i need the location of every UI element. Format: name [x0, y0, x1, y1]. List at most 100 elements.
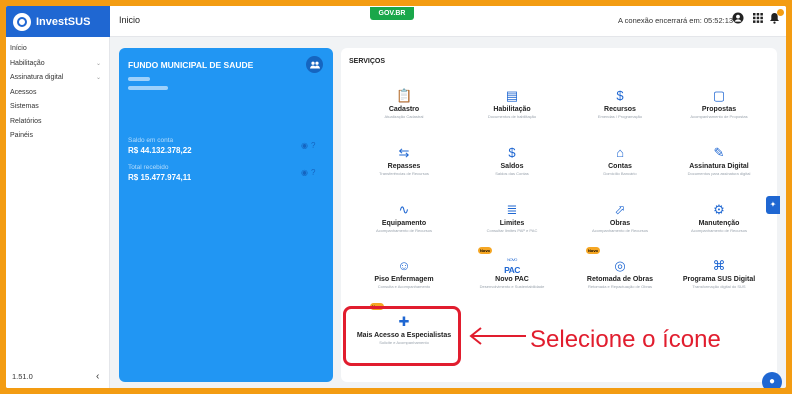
- service-name: Piso Enfermagem: [374, 276, 434, 283]
- top-bar: InvestSUS Inicio GOV.BR A conexão encerr…: [6, 6, 786, 37]
- service-name: Assinatura Digital: [689, 163, 749, 170]
- service-novo-pac[interactable]: Novo NOVO PAC Novo PAC Desenvolvimento e Sus…: [458, 247, 566, 298]
- service-description: Saldos das Contas: [495, 171, 529, 176]
- service-name: Contas: [608, 163, 632, 170]
- apps-grid-icon[interactable]: [750, 12, 766, 28]
- help-icon[interactable]: ?: [311, 141, 318, 150]
- instruction-callout: Selecione o ícone: [530, 326, 721, 353]
- limits-chart-icon: ≣: [506, 202, 518, 217]
- total-value: R$ 15.477.974,11: [128, 173, 192, 182]
- service-equipamento[interactable]: ∿ Equipamento Acompanhamento de Recursos: [350, 202, 458, 242]
- signature-icon: ✎: [713, 145, 725, 160]
- sidebar-item-label: Início: [10, 45, 27, 52]
- app-version: 1.51.0: [12, 372, 33, 381]
- page-title: Inicio: [119, 15, 141, 25]
- service-description: Transformação digital do SUS: [692, 284, 746, 289]
- chevron-down-icon: ⌄: [95, 60, 101, 67]
- service-propostas[interactable]: ▢ Propostas Acompanhamento de Propostas: [665, 88, 773, 128]
- stethoscope-icon: ∿: [398, 202, 410, 217]
- service-name: Saldos: [500, 163, 524, 170]
- service-description: Retomada e Repactuação de Obras: [587, 284, 653, 289]
- sidebar-item-acessos[interactable]: Acessos: [6, 86, 109, 101]
- coin-icon: $: [508, 145, 516, 160]
- new-badge: Novo: [586, 247, 600, 254]
- notification-dot: [777, 9, 784, 16]
- service-name: Recursos: [604, 106, 636, 113]
- service-description: Emendas / Programação: [597, 114, 643, 119]
- service-name: Limites: [499, 220, 525, 227]
- redacted-info: [128, 77, 150, 81]
- saldo-actions: ◉?: [301, 141, 318, 150]
- service-description: Consulta e Acompanhamento: [377, 284, 431, 289]
- redacted-info: [128, 86, 168, 90]
- help-icon[interactable]: ?: [311, 168, 318, 177]
- service-obras[interactable]: ⬀ Obras Acompanhamento de Recursos: [566, 202, 674, 242]
- saldo-value: R$ 44.132.378,22: [128, 146, 192, 155]
- money-bag-icon: $: [616, 88, 624, 103]
- service-limites[interactable]: ≣ Limites Consultar limites PAP e PAC: [458, 202, 566, 242]
- sidebar-item-label: Relatórios: [10, 117, 42, 125]
- service-description: Acompanhamento de Recursos: [591, 228, 649, 233]
- sidebar-item-label: Habilitação: [10, 59, 45, 67]
- total-actions: ◉?: [301, 168, 318, 177]
- sidebar: Início Habilitação ⌄ Assinatura digital ⌄ …: [6, 37, 110, 388]
- service-description: Atualização Cadastral: [384, 114, 424, 119]
- eye-icon[interactable]: ◉: [301, 168, 311, 177]
- service-description: Acompanhamento de Propostas: [690, 114, 748, 119]
- sidebar-item-habilitacao[interactable]: Habilitação ⌄: [6, 57, 109, 72]
- sidebar-item-label: Painéis: [10, 132, 33, 139]
- proposal-icon: ▢: [712, 88, 726, 103]
- user-icon[interactable]: [730, 12, 746, 28]
- service-retomada-de-obras[interactable]: Novo ◎ Retomada de Obras Retomada e Repactu…: [566, 247, 674, 298]
- service-name: Habilitação: [493, 106, 531, 113]
- service-piso-enfermagem[interactable]: ☺ Piso Enfermagem Consulta e Acompanhament…: [350, 258, 458, 298]
- sidebar-item-paineis[interactable]: Painéis: [6, 129, 109, 144]
- service-habilitacao[interactable]: ▤ Habilitação Documentos de habilitação: [458, 88, 566, 128]
- service-description: Acompanhamento de Recursos: [375, 228, 433, 233]
- service-name: Manutenção: [698, 220, 740, 227]
- app-window: InvestSUS Inicio GOV.BR A conexão encerr…: [6, 6, 786, 388]
- service-name: Cadastro: [388, 106, 420, 113]
- construction-restart-icon: ◎: [614, 258, 626, 273]
- service-recursos[interactable]: $ Recursos Emendas / Programação: [566, 88, 674, 128]
- service-description: Desenvolvimento e Sustentabilidade: [479, 284, 545, 289]
- sidebar-item-relatorios[interactable]: Relatórios: [6, 115, 109, 130]
- investsus-logo-icon: [13, 12, 31, 31]
- nurses-group-icon: ☺: [397, 258, 411, 273]
- service-assinatura-digital[interactable]: ✎ Assinatura Digital Documentos para assin…: [665, 145, 773, 185]
- eye-icon[interactable]: ◉: [301, 141, 311, 150]
- switch-entity-button[interactable]: [306, 56, 323, 73]
- sidebar-item-assinatura-digital[interactable]: Assinatura digital ⌄: [6, 71, 109, 86]
- highlight-box: [343, 306, 461, 366]
- accessibility-tab[interactable]: ✦: [766, 196, 780, 214]
- app-name: InvestSUS: [36, 15, 91, 28]
- help-chat-button[interactable]: ●: [762, 372, 782, 388]
- new-badge: Novo: [478, 247, 492, 254]
- service-description: Acompanhamento de Recursos: [690, 228, 748, 233]
- service-programa-sus-digital[interactable]: ⌘ Programa SUS Digital Transformação digit…: [665, 258, 773, 298]
- service-name: Programa SUS Digital: [682, 276, 756, 283]
- entity-card: FUNDO MUNICIPAL DE SAUDE Saldo em conta …: [119, 48, 333, 382]
- service-manutencao[interactable]: ⚙ Manutenção Acompanhamento de Recursos: [665, 202, 773, 242]
- app-logo[interactable]: InvestSUS: [6, 6, 110, 37]
- bank-house-icon: ⌂: [616, 145, 624, 160]
- sidebar-item-sistemas[interactable]: Sistemas: [6, 100, 109, 115]
- service-description: Transferências de Recursos: [379, 171, 429, 176]
- sidebar-item-label: Sistemas: [10, 103, 39, 110]
- clipboard-icon: 📋: [396, 88, 413, 103]
- service-name: Equipamento: [381, 220, 427, 227]
- left-arrow-icon: [469, 327, 526, 345]
- services-title: SERVIÇOS: [349, 58, 386, 65]
- service-description: Documentos para assinatura digital: [687, 171, 751, 176]
- gov-br-badge[interactable]: GOV.BR: [370, 7, 414, 20]
- service-saldos[interactable]: $ Saldos Saldos das Contas: [458, 145, 566, 185]
- saldo-label: Saldo em conta: [128, 137, 174, 144]
- service-repasses[interactable]: ⇆ Repasses Transferências de Recursos: [350, 145, 458, 185]
- trowel-icon: ⬀: [614, 202, 626, 217]
- sidebar-item-inicio[interactable]: Início: [6, 42, 109, 57]
- service-cadastro[interactable]: 📋 Cadastro Atualização Cadastral: [350, 88, 458, 128]
- service-contas[interactable]: ⌂ Contas Domicílio Bancário: [566, 145, 674, 185]
- collapse-sidebar-button[interactable]: ‹: [96, 371, 99, 382]
- service-description: Documentos de habilitação: [487, 114, 537, 119]
- service-description: Domicílio Bancário: [603, 171, 637, 176]
